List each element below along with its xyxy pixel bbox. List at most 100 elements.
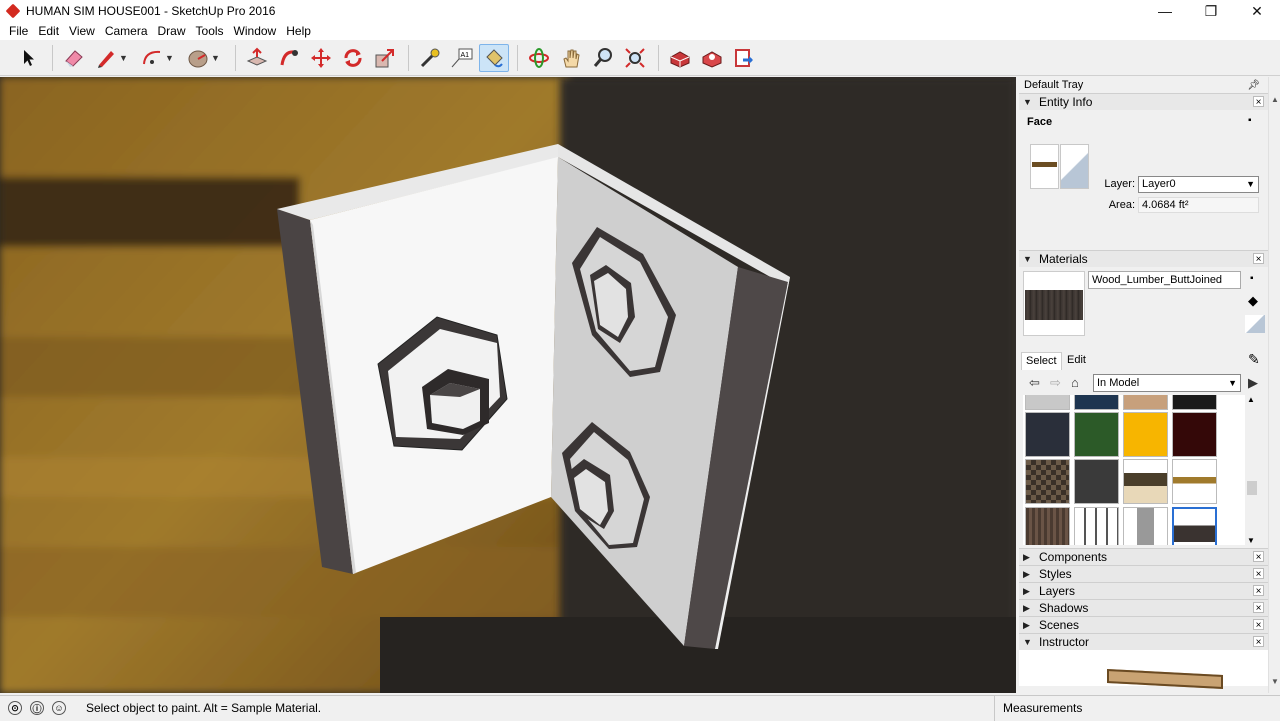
- close-panel-icon[interactable]: ×: [1253, 636, 1264, 648]
- home-icon[interactable]: ⌂: [1071, 375, 1079, 390]
- menu-help[interactable]: Help: [281, 24, 316, 38]
- user-account-icon[interactable]: ☺: [52, 701, 66, 715]
- tape-measure-tool-button[interactable]: [415, 44, 445, 72]
- material-swatch[interactable]: [1172, 412, 1217, 457]
- text-tool-button[interactable]: A1: [447, 44, 477, 72]
- material-swatch[interactable]: [1123, 459, 1168, 504]
- measurements-box[interactable]: Measurements: [994, 696, 1280, 721]
- follow-me-tool-button[interactable]: [274, 44, 304, 72]
- shapes-tool-button[interactable]: [183, 44, 213, 72]
- material-swatch[interactable]: [1025, 412, 1070, 457]
- close-button[interactable]: ✕: [1234, 0, 1280, 22]
- close-panel-icon[interactable]: ×: [1253, 551, 1264, 563]
- materials-scrollbar[interactable]: ▲ ▼: [1245, 395, 1259, 545]
- rotate-tool-button[interactable]: [338, 44, 368, 72]
- minimize-button[interactable]: —: [1142, 0, 1188, 22]
- shapes-tool-dropdown[interactable]: ▼: [211, 53, 223, 63]
- close-panel-icon[interactable]: ×: [1253, 568, 1264, 580]
- arc-tool-dropdown[interactable]: ▼: [165, 53, 177, 63]
- panel-shadows[interactable]: ▶ Shadows ×: [1019, 599, 1268, 616]
- scroll-up-icon[interactable]: ▲: [1269, 95, 1280, 107]
- materials-title: Materials: [1039, 252, 1088, 266]
- pin-icon[interactable]: 📌︎: [1247, 80, 1260, 91]
- default-material-icon[interactable]: [1245, 315, 1265, 333]
- 3d-warehouse-button[interactable]: [665, 44, 695, 72]
- back-arrow-icon[interactable]: ⇦: [1029, 375, 1040, 391]
- paint-bucket-icon: [486, 48, 503, 67]
- panel-instructor[interactable]: ▼ Instructor ×: [1019, 633, 1268, 650]
- close-panel-icon[interactable]: ×: [1253, 602, 1264, 614]
- material-swatch[interactable]: [1123, 507, 1168, 545]
- move-tool-button[interactable]: [306, 44, 336, 72]
- scroll-down-icon[interactable]: ▼: [1247, 536, 1255, 545]
- sample-paint-eyedropper-icon[interactable]: ✎: [1248, 351, 1260, 368]
- materials-header[interactable]: ▼ Materials ×: [1019, 250, 1268, 267]
- zoom-tool-button[interactable]: [588, 44, 618, 72]
- material-swatch[interactable]: [1172, 395, 1217, 410]
- panel-layers[interactable]: ▶ Layers ×: [1019, 582, 1268, 599]
- menu-view[interactable]: View: [64, 24, 100, 38]
- maximize-button[interactable]: ❐: [1188, 0, 1234, 22]
- material-swatch[interactable]: [1025, 459, 1070, 504]
- entity-info-header[interactable]: ▼ Entity Info ×: [1019, 93, 1268, 110]
- eraser-tool-button[interactable]: [59, 44, 89, 72]
- paint-bucket-tool-button[interactable]: [479, 43, 509, 72]
- select-tool-button[interactable]: [14, 44, 44, 72]
- layer-dropdown[interactable]: Layer0 ▼: [1138, 176, 1259, 193]
- front-face-material-swatch[interactable]: [1030, 144, 1059, 189]
- material-swatch[interactable]: [1123, 395, 1168, 410]
- create-material-icon[interactable]: ◆: [1248, 293, 1258, 309]
- extension-warehouse-button[interactable]: [697, 44, 727, 72]
- extension-warehouse-icon: [702, 50, 722, 68]
- menu-draw[interactable]: Draw: [153, 24, 191, 38]
- details-arrow-icon[interactable]: ▶: [1248, 375, 1258, 391]
- material-swatch[interactable]: [1074, 395, 1119, 410]
- menu-window[interactable]: Window: [229, 24, 282, 38]
- material-name-field[interactable]: Wood_Lumber_ButtJoined: [1088, 271, 1241, 289]
- scroll-thumb[interactable]: [1247, 481, 1257, 495]
- close-panel-icon[interactable]: ×: [1253, 96, 1264, 108]
- material-swatch[interactable]: [1123, 412, 1168, 457]
- panel-components[interactable]: ▶ Components ×: [1019, 548, 1268, 565]
- tab-select[interactable]: Select: [1021, 352, 1062, 370]
- orbit-tool-button[interactable]: [524, 44, 554, 72]
- tab-edit[interactable]: Edit: [1063, 352, 1090, 370]
- credits-icon[interactable]: ⓘ: [30, 701, 44, 715]
- toggle-details-icon[interactable]: ▪︎: [1248, 115, 1260, 129]
- scroll-down-icon[interactable]: ▼: [1269, 677, 1280, 689]
- panel-styles[interactable]: ▶ Styles ×: [1019, 565, 1268, 582]
- material-swatch[interactable]: [1025, 507, 1070, 545]
- panel-scenes[interactable]: ▶ Scenes ×: [1019, 616, 1268, 633]
- menu-file[interactable]: File: [4, 24, 33, 38]
- forward-arrow-icon[interactable]: ⇨: [1050, 375, 1061, 391]
- detail-toggle-icon[interactable]: ▪︎: [1250, 273, 1254, 284]
- line-tool-dropdown[interactable]: ▼: [119, 53, 131, 63]
- arc-tool-button[interactable]: [137, 44, 167, 72]
- model-viewport[interactable]: [0, 77, 1016, 693]
- eraser-icon: [65, 49, 83, 67]
- scale-tool-button[interactable]: [370, 44, 400, 72]
- material-swatch[interactable]: [1172, 507, 1217, 545]
- pan-tool-button[interactable]: [556, 44, 586, 72]
- menu-camera[interactable]: Camera: [100, 24, 153, 38]
- scroll-up-icon[interactable]: ▲: [1247, 395, 1255, 404]
- material-library-dropdown[interactable]: In Model ▼: [1093, 374, 1241, 392]
- close-panel-icon[interactable]: ×: [1253, 253, 1264, 265]
- geo-location-icon[interactable]: ⊙: [8, 701, 22, 715]
- current-material-preview[interactable]: [1023, 271, 1085, 336]
- send-to-layout-button[interactable]: [729, 44, 759, 72]
- material-swatch[interactable]: [1074, 412, 1119, 457]
- menu-edit[interactable]: Edit: [33, 24, 64, 38]
- push-pull-tool-button[interactable]: [242, 44, 272, 72]
- material-swatch[interactable]: [1172, 459, 1217, 504]
- menu-tools[interactable]: Tools: [191, 24, 229, 38]
- close-panel-icon[interactable]: ×: [1253, 619, 1264, 631]
- close-panel-icon[interactable]: ×: [1253, 585, 1264, 597]
- tray-scrollbar[interactable]: ▲ ▼: [1268, 77, 1280, 693]
- line-tool-button[interactable]: [91, 44, 121, 72]
- material-swatch[interactable]: [1074, 459, 1119, 504]
- left-bracket-plate[interactable]: [277, 144, 560, 574]
- zoom-extents-tool-button[interactable]: [620, 44, 650, 72]
- material-swatch[interactable]: [1074, 507, 1119, 545]
- material-swatch[interactable]: [1025, 395, 1070, 410]
